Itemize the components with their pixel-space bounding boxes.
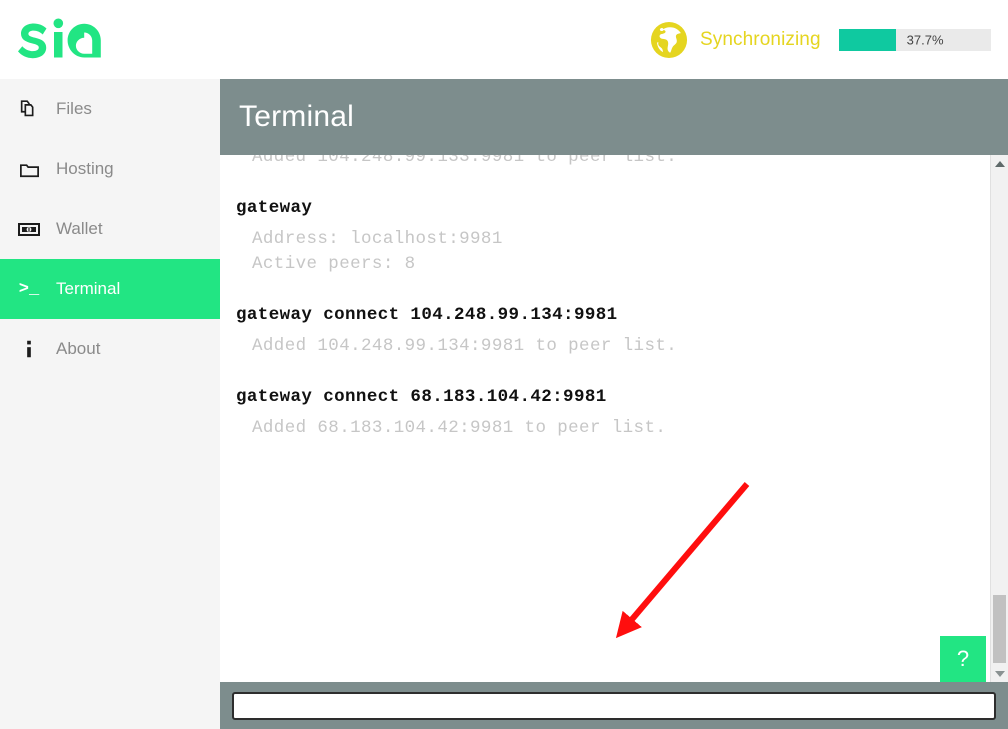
folder-icon (16, 156, 42, 182)
sidebar-item-label: About (56, 339, 101, 358)
terminal-line: Address: localhost:9981 (252, 229, 503, 249)
sidebar-item-label: Wallet (56, 219, 103, 238)
top-bar: Synchronizing 37.7% (0, 0, 1008, 79)
sidebar-item-label: Hosting (56, 159, 114, 178)
panel-header: Terminal (220, 79, 1008, 155)
app-logo[interactable] (0, 0, 220, 79)
sidebar-item-hosting[interactable]: Hosting (0, 139, 220, 199)
sidebar-item-wallet[interactable]: Wallet (0, 199, 220, 259)
sidebar-item-terminal[interactable]: >_ Terminal (0, 259, 220, 319)
terminal-line: Added 104.248.99.134:9981 to peer list. (252, 336, 678, 356)
globe-icon (650, 21, 688, 58)
help-button[interactable]: ? (940, 636, 986, 682)
terminal-line: gateway connect 104.248.99.134:9981 (236, 305, 618, 325)
terminal-line: gateway (236, 198, 313, 218)
terminal-input-bar (220, 682, 1008, 729)
terminal-line: gateway connect 68.183.104.42:9981 (236, 387, 607, 407)
banknote-icon (16, 216, 42, 242)
sidebar-item-files[interactable]: Files (0, 79, 220, 139)
chevron-up-icon (994, 160, 1005, 167)
files-icon (16, 96, 42, 122)
scroll-down-button[interactable] (991, 665, 1008, 682)
sync-status: Synchronizing 37.7% (650, 0, 991, 79)
sync-status-label: Synchronizing (700, 28, 821, 50)
sync-progress-bar: 37.7% (838, 28, 991, 51)
sidebar: Files Hosting Wallet >_ Terminal About (0, 79, 220, 729)
sia-logo-icon (18, 18, 101, 58)
terminal-panel: information about a command. gateway con… (220, 79, 1008, 729)
sidebar-item-label: Files (56, 99, 92, 118)
scroll-up-button[interactable] (991, 155, 1008, 172)
sync-progress-label: 37.7% (906, 32, 944, 47)
page-title: Terminal (239, 100, 354, 133)
chevron-down-icon (994, 670, 1005, 677)
terminal-command-input[interactable] (232, 691, 996, 720)
sidebar-item-about[interactable]: About (0, 319, 220, 379)
terminal-line: Active peers: 8 (252, 254, 416, 274)
scrollbar-thumb[interactable] (993, 595, 1006, 663)
info-icon (16, 336, 42, 362)
prompt-icon: >_ (18, 279, 40, 299)
terminal-line: Added 68.183.104.42:9981 to peer list. (252, 418, 667, 438)
terminal-scrollbar[interactable] (990, 155, 1008, 682)
sidebar-item-label: Terminal (56, 279, 121, 298)
sync-progress-fill (838, 28, 896, 51)
terminal-output[interactable]: information about a command. gateway con… (220, 79, 990, 682)
